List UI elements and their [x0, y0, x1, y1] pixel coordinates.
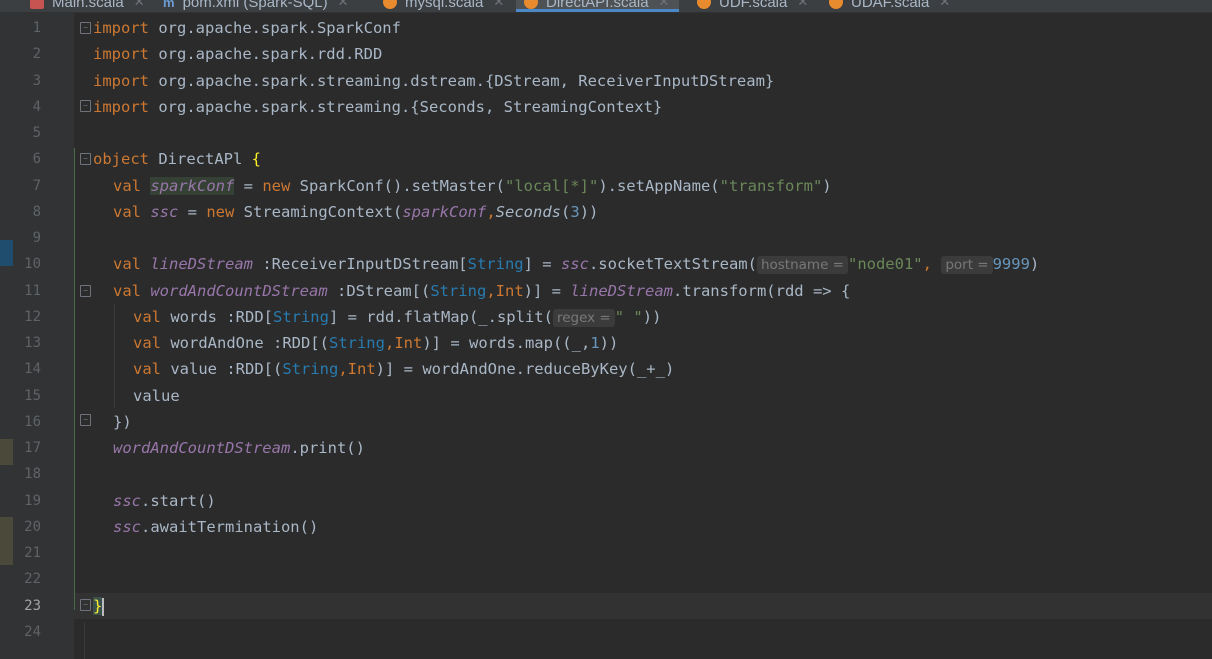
line-number: 10	[24, 256, 41, 272]
line-number: 20	[24, 519, 41, 535]
line-number: 4	[32, 99, 41, 115]
code-line: val words :RDD[String] = rdd.flatMap(_.s…	[133, 308, 662, 327]
matched-brace: }	[93, 597, 103, 615]
line-number: 14	[24, 361, 41, 377]
tab-main-scala[interactable]: Main.scala ✕	[30, 0, 145, 12]
close-icon[interactable]: ✕	[939, 0, 950, 10]
line-number: 9	[32, 230, 41, 246]
code-line: import org.apache.spark.rdd.RDD	[93, 45, 383, 63]
line-number: 23	[24, 598, 41, 614]
line-number: 7	[32, 178, 41, 194]
scala-red-icon	[30, 0, 44, 9]
active-tab-indicator	[516, 9, 680, 12]
tab-udf-scala[interactable]: UDF.scala ✕	[697, 0, 808, 12]
code-line: wordAndCountDStream.print()	[113, 439, 365, 457]
tab-directapi-scala[interactable]: DirectAPI.scala ✕	[516, 0, 680, 12]
line-number: 6	[32, 151, 41, 167]
line-number: 22	[24, 571, 41, 587]
line-number: 12	[24, 309, 41, 325]
line-number: 1	[32, 20, 41, 36]
scala-object-icon	[829, 0, 843, 9]
close-icon[interactable]: ✕	[338, 0, 349, 10]
tab-pom-xml[interactable]: m pom.xml (Spark-SQL) ✕	[163, 0, 349, 12]
scala-object-icon	[524, 0, 538, 9]
line-number: 8	[32, 204, 41, 220]
code-line: import org.apache.spark.streaming.dstrea…	[93, 72, 775, 90]
tab-mysql-scala[interactable]: mysql.scala ✕	[383, 0, 504, 12]
parameter-hint: hostname =	[756, 256, 848, 274]
code-line: val wordAndOne :RDD[(String,Int)] = word…	[133, 334, 619, 352]
close-icon[interactable]: ✕	[134, 0, 145, 10]
code-line: val lineDStream :ReceiverInputDStream[St…	[113, 255, 1040, 274]
line-number: 3	[32, 73, 41, 89]
maven-icon: m	[163, 0, 175, 10]
code-line: import org.apache.spark.streaming.{Secon…	[93, 98, 663, 116]
scala-object-icon	[383, 0, 397, 9]
tab-label: pom.xml (Spark-SQL)	[182, 0, 328, 11]
tab-label: Main.scala	[52, 0, 124, 11]
tab-label: UDAF.scala	[851, 0, 930, 11]
close-icon[interactable]: ✕	[493, 0, 504, 10]
line-number: 5	[32, 125, 41, 141]
editor-tab-bar: Main.scala ✕ m pom.xml (Spark-SQL) ✕ mys…	[0, 0, 1212, 13]
parameter-hint: port =	[941, 256, 993, 274]
code-line: val value :RDD[(String,Int)] = wordAndOn…	[133, 360, 675, 378]
text-caret	[102, 597, 105, 616]
code-line: val ssc = new StreamingContext(sparkConf…	[113, 203, 599, 221]
line-number: 21	[24, 545, 41, 561]
code-line: ssc.start()	[113, 492, 216, 510]
code-line: val sparkConf = new SparkConf().setMaste…	[113, 177, 832, 195]
tab-label: mysql.scala	[405, 0, 484, 11]
tab-udaf-scala[interactable]: UDAF.scala ✕	[829, 0, 950, 12]
tab-label: UDF.scala	[719, 0, 788, 11]
parameter-hint: regex =	[552, 309, 615, 327]
code-line: value	[133, 387, 180, 405]
line-number: 17	[24, 440, 41, 456]
line-number: 15	[24, 388, 41, 404]
code-line: ssc.awaitTermination()	[113, 518, 319, 536]
code-line: val wordAndCountDStream :DStream[(String…	[113, 282, 851, 300]
scala-object-icon	[697, 0, 711, 9]
close-icon[interactable]: ✕	[797, 0, 808, 10]
line-number: 18	[24, 466, 41, 482]
line-number: 2	[32, 46, 41, 62]
line-number: 11	[24, 283, 41, 299]
line-number: 19	[24, 493, 41, 509]
line-number: 24	[24, 624, 41, 640]
code-line: object DirectAPl {	[93, 150, 261, 168]
code-line: })	[113, 413, 132, 431]
code-line: }	[93, 593, 105, 619]
line-number: 16	[24, 414, 41, 430]
code-line: import org.apache.spark.SparkConf	[93, 19, 401, 37]
line-number: 13	[24, 335, 41, 351]
